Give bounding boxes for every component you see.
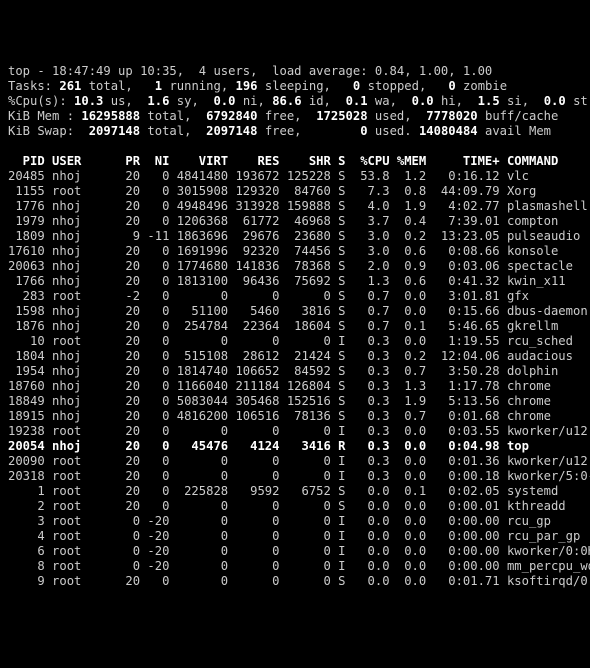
process-row[interactable]: 283 root -2 0 0 0 0 S 0.7 0.0 3:01.81 gf… bbox=[8, 289, 529, 303]
process-row[interactable]: 1598 nhoj 20 0 51100 5460 3816 S 0.7 0.0… bbox=[8, 304, 588, 318]
mem-line: KiB Mem : 16295888 total, 6792840 free, … bbox=[8, 109, 558, 123]
process-row[interactable]: 20485 nhoj 20 0 4841480 193672 125228 S … bbox=[8, 169, 529, 183]
tasks-line: Tasks: 261 total, 1 running, 196 sleepin… bbox=[8, 79, 507, 93]
process-row[interactable]: 1979 nhoj 20 0 1206368 61772 46968 S 3.7… bbox=[8, 214, 558, 228]
process-row[interactable]: 18849 nhoj 20 0 5083044 305468 152516 S … bbox=[8, 394, 551, 408]
process-row[interactable]: 1 root 20 0 225828 9592 6752 S 0.0 0.1 0… bbox=[8, 484, 558, 498]
process-row[interactable]: 1776 nhoj 20 0 4948496 313928 159888 S 4… bbox=[8, 199, 588, 213]
process-row[interactable]: 3 root 0 -20 0 0 0 I 0.0 0.0 0:00.00 rcu… bbox=[8, 514, 551, 528]
cpu-line: %Cpu(s): 10.3 us, 1.6 sy, 0.0 ni, 86.6 i… bbox=[8, 94, 588, 108]
uptime-line: top - 18:47:49 up 10:35, 4 users, load a… bbox=[8, 64, 492, 78]
process-row[interactable]: 1155 root 20 0 3015908 129320 84760 S 7.… bbox=[8, 184, 536, 198]
process-row[interactable]: 9 root 20 0 0 0 0 S 0.0 0.0 0:01.71 ksof… bbox=[8, 574, 588, 588]
process-row[interactable]: 1804 nhoj 20 0 515108 28612 21424 S 0.3 … bbox=[8, 349, 573, 363]
top-terminal[interactable]: top - 18:47:49 up 10:35, 4 users, load a… bbox=[8, 64, 582, 589]
process-row[interactable]: 8 root 0 -20 0 0 0 I 0.0 0.0 0:00.00 mm_… bbox=[8, 559, 590, 573]
process-row[interactable]: 17610 nhoj 20 0 1691996 92320 74456 S 3.… bbox=[8, 244, 558, 258]
process-row[interactable]: 10 root 20 0 0 0 0 I 0.3 0.0 1:19.55 rcu… bbox=[8, 334, 573, 348]
process-row-current[interactable]: 20054 nhoj 20 0 45476 4124 3416 R 0.3 0.… bbox=[8, 439, 582, 454]
process-row[interactable]: 2 root 20 0 0 0 0 S 0.0 0.0 0:00.01 kthr… bbox=[8, 499, 566, 513]
swap-line: KiB Swap: 2097148 total, 2097148 free, 0… bbox=[8, 124, 551, 138]
column-header: PID USER PR NI VIRT RES SHR S %CPU %MEM … bbox=[8, 154, 582, 169]
process-row[interactable]: 18760 nhoj 20 0 1166040 211184 126804 S … bbox=[8, 379, 551, 393]
process-row[interactable]: 18915 nhoj 20 0 4816200 106516 78136 S 0… bbox=[8, 409, 551, 423]
process-row[interactable]: 1766 nhoj 20 0 1813100 96436 75692 S 1.3… bbox=[8, 274, 566, 288]
process-row[interactable]: 1809 nhoj 9 -11 1863696 29676 23680 S 3.… bbox=[8, 229, 580, 243]
process-row[interactable]: 1954 nhoj 20 0 1814740 106652 84592 S 0.… bbox=[8, 364, 558, 378]
process-row[interactable]: 19238 root 20 0 0 0 0 I 0.3 0.0 0:03.55 … bbox=[8, 424, 590, 438]
process-row[interactable]: 6 root 0 -20 0 0 0 I 0.0 0.0 0:00.00 kwo… bbox=[8, 544, 590, 558]
process-row[interactable]: 20063 nhoj 20 0 1774680 141836 78368 S 2… bbox=[8, 259, 573, 273]
process-row[interactable]: 1876 nhoj 20 0 254784 22364 18604 S 0.7 … bbox=[8, 319, 558, 333]
process-row[interactable]: 4 root 0 -20 0 0 0 I 0.0 0.0 0:00.00 rcu… bbox=[8, 529, 580, 543]
process-row[interactable]: 20318 root 20 0 0 0 0 I 0.3 0.0 0:00.18 … bbox=[8, 469, 590, 483]
process-row[interactable]: 20090 root 20 0 0 0 0 I 0.3 0.0 0:01.36 … bbox=[8, 454, 590, 468]
